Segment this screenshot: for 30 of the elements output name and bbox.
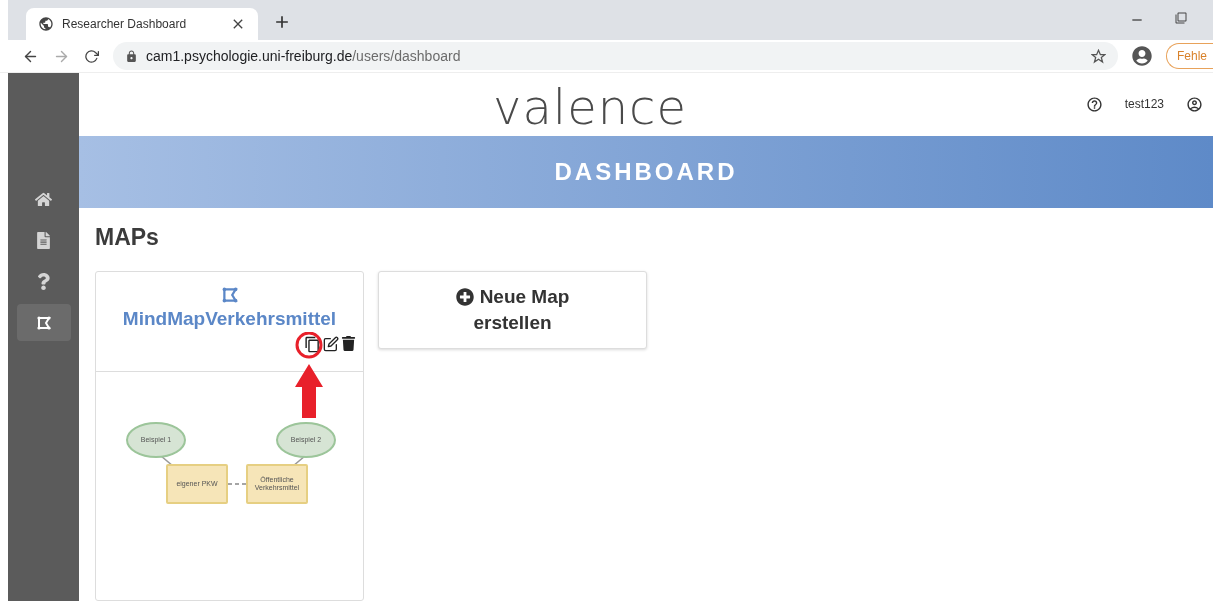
tab-title: Researcher Dashboard	[62, 17, 188, 31]
map-icon	[220, 286, 239, 304]
logo: valence	[493, 79, 688, 135]
lock-icon	[125, 49, 138, 63]
profile-icon[interactable]	[1131, 46, 1152, 66]
address-bar[interactable]: cam1.psychologie.uni-freiburg.de/users/dashboard	[113, 42, 1118, 70]
browser-tab[interactable]: Researcher Dashboard	[26, 8, 258, 40]
section-title: MAPs	[95, 224, 160, 251]
reload-icon[interactable]	[84, 48, 99, 64]
map-title[interactable]: MindMapVerkehrsmittel	[122, 308, 337, 330]
new-map-button[interactable]: Neue Map erstellen	[378, 271, 647, 349]
account-icon[interactable]	[1186, 95, 1203, 113]
dashed-connector-line	[228, 482, 246, 486]
document-icon	[35, 232, 52, 249]
banner-title: DASHBOARD	[554, 157, 738, 186]
sidebar-item[interactable]	[16, 304, 71, 341]
plus-icon	[455, 288, 474, 306]
star-icon[interactable]	[1090, 48, 1106, 64]
globe-icon	[38, 16, 54, 32]
edit-icon[interactable]	[322, 336, 339, 352]
trash-icon[interactable]	[340, 336, 356, 351]
help-icon[interactable]	[1085, 95, 1103, 113]
username: test123	[1124, 97, 1164, 112]
home-icon	[35, 191, 52, 208]
url-path: /users/dashboard	[352, 48, 461, 64]
url-host: cam1.psychologie.uni-freiburg.de	[146, 48, 353, 64]
copy-icon[interactable]	[303, 336, 321, 353]
restore-icon[interactable]	[1175, 12, 1187, 24]
map-icon	[35, 314, 52, 331]
help-icon	[35, 273, 52, 290]
